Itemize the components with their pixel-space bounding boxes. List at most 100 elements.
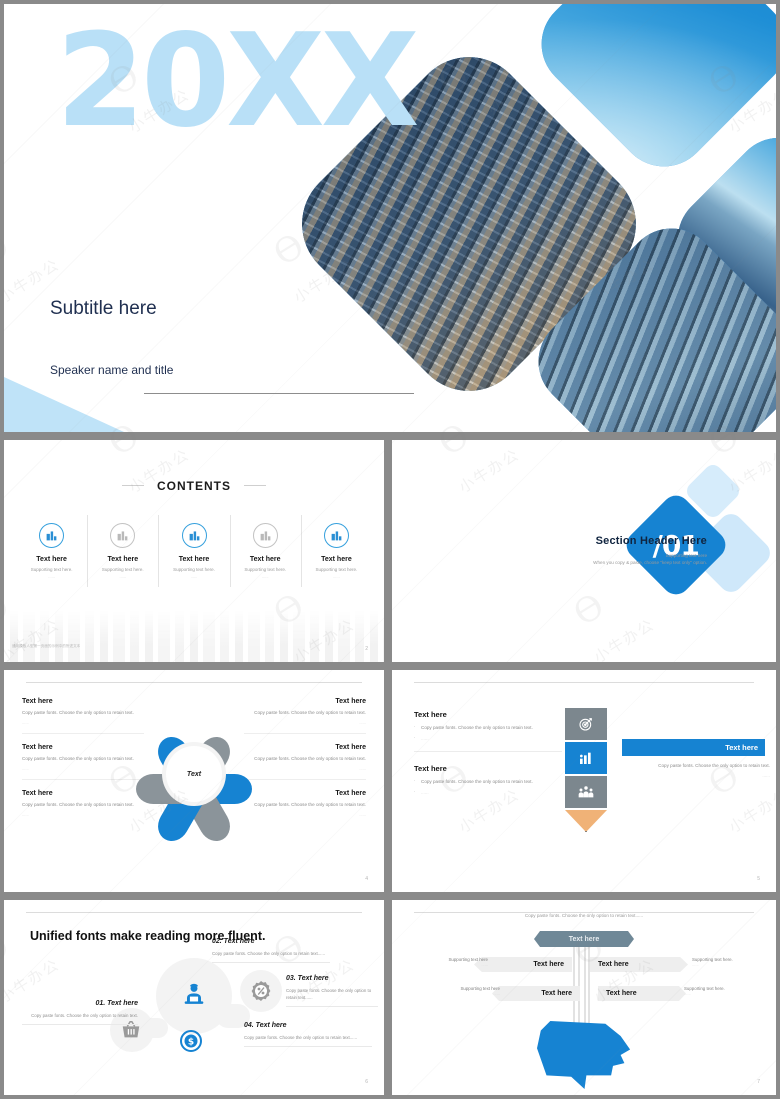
pencil-callout-bullet: Copy paste fonts. Choose the only option… xyxy=(658,763,770,768)
slide-head-diagram[interactable]: Copy paste fonts. Choose the only option… xyxy=(392,900,776,1095)
top-rule xyxy=(26,682,362,683)
section-support-2: When you copy & paste, choose "keep text… xyxy=(593,560,707,565)
pencil-item[interactable]: Text here Copy paste fonts. Choose the o… xyxy=(414,710,562,752)
pinwheel-diagram: Text xyxy=(134,714,254,847)
cycle-item[interactable]: Text here Copy paste fonts. Choose the o… xyxy=(244,698,366,734)
page-number: 2 xyxy=(365,646,368,652)
cycle-item-heading: Text here xyxy=(22,743,53,751)
contents-item[interactable]: Text here Supporting text here. ...... xyxy=(300,515,372,587)
pencil-segment[interactable] xyxy=(565,742,607,774)
head-row-chevron[interactable]: Text here xyxy=(598,986,686,1001)
flow-item[interactable]: 02. Text here Copy paste fonts. Choose t… xyxy=(212,938,330,964)
pencil-item-bullet: Copy paste fonts. Choose the only option… xyxy=(414,724,562,730)
cycle-item[interactable]: Text here Copy paste fonts. Choose the o… xyxy=(244,744,366,780)
contents-item-heading: Text here xyxy=(178,556,210,563)
cycle-item[interactable]: Text here Copy paste fonts. Choose the o… xyxy=(22,790,144,825)
contents-item-support: Supporting text here. xyxy=(101,567,144,572)
slide-pencil-infographic[interactable]: Text here Copy paste fonts. Choose the o… xyxy=(392,670,776,892)
contents-item-heading: Text here xyxy=(249,556,281,563)
contents-item[interactable]: Text here Supporting text here. ...... xyxy=(16,523,87,579)
cycle-item-meta: ...... xyxy=(359,765,366,771)
contents-item[interactable]: Text here Supporting text here. ...... xyxy=(229,515,301,587)
pencil-item-heading: Text here xyxy=(414,764,447,773)
pencil-item[interactable]: Text here Copy paste fonts. Choose the o… xyxy=(414,764,562,805)
flow-item[interactable]: 01. Text here Copy paste fonts. Choose t… xyxy=(22,1000,138,1026)
template-preview-sheet: 20XX Subtitle here Speaker name and titl… xyxy=(0,0,780,1099)
head-row-chevron[interactable]: Text here xyxy=(474,957,572,972)
cycle-item-meta: ...... xyxy=(22,765,29,771)
head-row-label: Text here xyxy=(598,961,629,968)
head-header-label: Text here xyxy=(568,935,600,943)
flow-item-heading: 02. Text here xyxy=(212,938,255,945)
cycle-item-heading: Text here xyxy=(22,698,53,705)
pencil-graphic xyxy=(565,708,607,832)
cycle-item-body: Copy paste fonts. Choose the only option… xyxy=(22,755,134,761)
contents-footer-note: 通用模板人型第一页面的示例中的所述文本 xyxy=(12,644,81,648)
page-number: 6 xyxy=(365,1079,368,1085)
flow-item-body: Copy paste fonts. Choose the only option… xyxy=(212,950,330,964)
person-laptop-icon xyxy=(174,976,214,1016)
contents-item-support: Supporting text here. xyxy=(30,567,73,572)
slide-cycle-diagram[interactable]: Text here Copy paste fonts. Choose the o… xyxy=(4,670,384,892)
contents-item-support: Supporting text here. xyxy=(173,567,215,572)
flow-item[interactable]: 04. Text here Copy paste fonts. Choose t… xyxy=(244,1022,372,1048)
contents-item-sub: ...... xyxy=(261,574,269,579)
flow-item[interactable]: 03. Text here Copy paste fonts. Choose t… xyxy=(286,975,378,1008)
cycle-item[interactable]: Text here Copy paste fonts. Choose the o… xyxy=(22,744,144,780)
cycle-item[interactable]: Text here Copy paste fonts. Choose the o… xyxy=(244,790,366,825)
head-row-support: Supporting text here. ...... xyxy=(692,957,754,967)
cover-divider xyxy=(144,393,414,394)
pencil-callout-bar[interactable]: Text here xyxy=(622,739,765,756)
slide-contents[interactable]: CONTENTS Text here Supporting text here.… xyxy=(4,440,384,662)
head-row-support-meta: ...... xyxy=(692,962,699,967)
slide-cover[interactable]: 20XX Subtitle here Speaker name and titl… xyxy=(4,4,776,432)
cycle-item[interactable]: Text here Copy paste fonts. Choose the o… xyxy=(22,698,144,734)
head-row-support: Supporting text here ...... xyxy=(432,957,488,967)
head-top-note: Copy paste fonts. Choose the only option… xyxy=(524,913,644,918)
head-row-label: Text here xyxy=(606,990,637,997)
cycle-item-body: Copy paste fonts. Choose the only option… xyxy=(254,710,366,715)
cycle-right-column: Text here Copy paste fonts. Choose the o… xyxy=(244,698,366,835)
cover-corner-triangle xyxy=(4,377,124,432)
pencil-item-bullet: Copy paste fonts. Choose the only option… xyxy=(414,778,562,784)
head-connector xyxy=(588,947,590,1029)
head-row-label: Text here xyxy=(541,990,572,997)
flow-item-heading: 01. Text here xyxy=(95,1000,138,1007)
section-heading: Section Header Here xyxy=(595,535,707,547)
cycle-item-body: Copy paste fonts. Choose the only option… xyxy=(254,801,366,807)
contents-item-sub: ...... xyxy=(119,574,127,579)
head-header-chevron[interactable]: Text here xyxy=(534,931,634,947)
pencil-item-bullet: ...... xyxy=(414,735,562,741)
cycle-item-heading: Text here xyxy=(335,743,366,751)
flow-item-heading: 03. Text here xyxy=(286,975,329,982)
contents-item[interactable]: Text here Supporting text here. ...... xyxy=(87,515,158,587)
pencil-segment[interactable] xyxy=(565,776,607,808)
top-rule xyxy=(414,682,754,683)
page-number: 5 xyxy=(757,876,760,882)
head-row-chevron[interactable]: Text here xyxy=(590,957,688,972)
cycle-item-body: Copy paste fonts. Choose the only option… xyxy=(22,801,134,807)
head-row-support-meta: ...... xyxy=(684,991,691,996)
pencil-callout-label: Text here xyxy=(725,743,758,752)
section-support-1: Supporting text here xyxy=(665,553,707,558)
flow-item-body: Copy paste fonts. Choose the only option… xyxy=(22,1012,138,1026)
cycle-item-heading: Text here xyxy=(335,789,366,797)
slide-process-flow[interactable]: Unified fonts make reading more fluent. xyxy=(4,900,384,1095)
slide-section-header[interactable]: /01 Section Header Here Supporting text … xyxy=(392,440,776,662)
contents-item-heading: Text here xyxy=(321,556,352,563)
dollar-coin-icon: $ xyxy=(178,1028,204,1054)
flow-item-body: Copy paste fonts. Choose the only option… xyxy=(244,1034,372,1048)
contents-item[interactable]: Text here Supporting text here. ...... xyxy=(158,515,229,587)
cycle-item-meta: ...... xyxy=(22,719,29,725)
skyline-graphic xyxy=(4,610,384,662)
pencil-item-heading: Text here xyxy=(414,710,447,719)
cover-year: 20XX xyxy=(56,7,419,156)
contents-item-heading: Text here xyxy=(36,556,67,563)
cycle-item-body: Copy paste fonts. Choose the only option… xyxy=(254,755,366,761)
buildings-icon xyxy=(323,523,349,548)
pencil-segment[interactable] xyxy=(565,708,607,740)
head-row-support-meta: ...... xyxy=(493,991,500,996)
head-row-chevron[interactable]: Text here xyxy=(492,986,580,1001)
cycle-item-meta: ...... xyxy=(359,811,366,817)
buildings-icon xyxy=(110,523,136,548)
